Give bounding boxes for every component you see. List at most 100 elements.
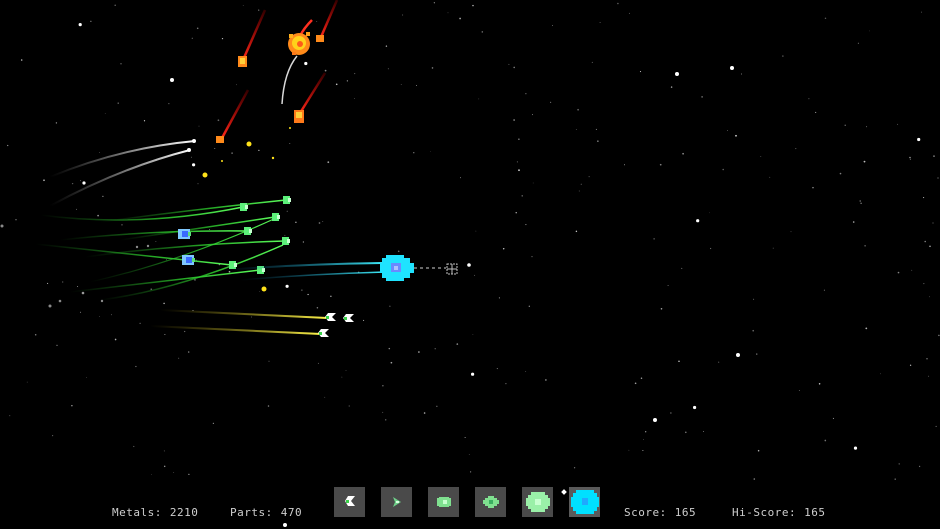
star — [90, 20, 92, 22]
enemy-missile-trail — [298, 72, 327, 114]
star — [163, 450, 165, 452]
build-slot-pod-drone[interactable] — [428, 487, 459, 517]
ally-claw-drone — [325, 313, 336, 321]
star — [475, 230, 477, 232]
bright-star — [653, 418, 657, 422]
star — [55, 122, 58, 124]
ally-drone — [282, 237, 290, 245]
star — [302, 241, 305, 243]
pod-drone-icon — [436, 497, 451, 507]
star — [114, 4, 116, 7]
star — [832, 417, 834, 419]
star — [580, 183, 582, 185]
star — [402, 14, 404, 16]
star — [387, 68, 389, 70]
player-trail — [224, 262, 386, 271]
star — [769, 176, 771, 178]
ally-trail — [159, 309, 328, 319]
star — [929, 245, 931, 248]
star — [327, 161, 330, 164]
star — [20, 59, 23, 61]
parts-value: 470 — [280, 506, 303, 519]
star — [481, 31, 484, 33]
star — [518, 138, 520, 140]
star — [423, 412, 426, 414]
star — [434, 348, 436, 350]
star — [433, 2, 435, 4]
star — [929, 296, 931, 298]
star — [897, 123, 899, 125]
build-slot-arrow-drone[interactable] — [381, 487, 412, 517]
star — [163, 465, 166, 468]
star — [757, 449, 760, 452]
star — [318, 222, 321, 224]
star — [577, 108, 579, 111]
ally-drone — [244, 227, 252, 235]
star — [267, 405, 270, 407]
star — [418, 351, 420, 353]
claw-drone-icon — [344, 496, 355, 506]
star — [735, 134, 737, 137]
star — [341, 376, 343, 378]
star — [416, 85, 417, 87]
star — [286, 210, 288, 212]
star — [918, 465, 921, 468]
star — [9, 415, 11, 417]
star — [228, 270, 231, 273]
star — [824, 17, 827, 20]
star — [316, 307, 319, 309]
game-viewport[interactable]: Metals: 2210 Parts: 470 Score: 165 Hi-Score… — [0, 0, 940, 529]
ally-drone — [240, 203, 248, 211]
star — [552, 25, 553, 26]
build-slot-claw-drone[interactable] — [334, 487, 365, 517]
star — [324, 69, 327, 72]
star — [521, 195, 523, 197]
star — [150, 474, 152, 476]
star — [268, 360, 270, 362]
star — [62, 281, 64, 283]
star — [898, 463, 900, 465]
star — [231, 152, 233, 154]
star — [196, 27, 199, 30]
star — [354, 98, 356, 99]
build-slot-mothership[interactable] — [569, 487, 600, 517]
star — [722, 168, 724, 171]
star — [97, 214, 99, 217]
star — [844, 124, 846, 126]
ally-drone — [283, 196, 291, 204]
star — [447, 12, 449, 14]
star — [515, 212, 517, 214]
star — [382, 411, 384, 413]
star — [259, 290, 260, 292]
star — [924, 240, 926, 243]
star — [7, 144, 9, 147]
star — [472, 334, 474, 336]
star — [496, 368, 498, 370]
star — [77, 286, 79, 287]
star — [508, 63, 510, 65]
white-trail — [281, 55, 298, 105]
hiscore-value: 165 — [804, 506, 826, 519]
build-slot-cruiser[interactable] — [522, 487, 553, 517]
bright-star — [675, 72, 679, 76]
star — [114, 338, 117, 341]
star — [642, 439, 644, 441]
star — [852, 221, 855, 223]
star — [921, 11, 922, 13]
star — [285, 284, 289, 288]
star — [578, 190, 580, 192]
star — [173, 472, 175, 473]
bright-star — [730, 66, 734, 70]
build-slot-frigate[interactable] — [475, 487, 506, 517]
star — [165, 259, 167, 261]
star — [917, 137, 921, 142]
star — [284, 234, 286, 236]
ally-blue-pod — [182, 255, 195, 265]
star — [430, 150, 431, 152]
star — [926, 358, 928, 360]
star — [71, 182, 74, 185]
star — [133, 445, 135, 448]
star — [502, 248, 505, 250]
player-mothership[interactable] — [380, 255, 414, 281]
enemy-missile-trail — [220, 89, 250, 139]
